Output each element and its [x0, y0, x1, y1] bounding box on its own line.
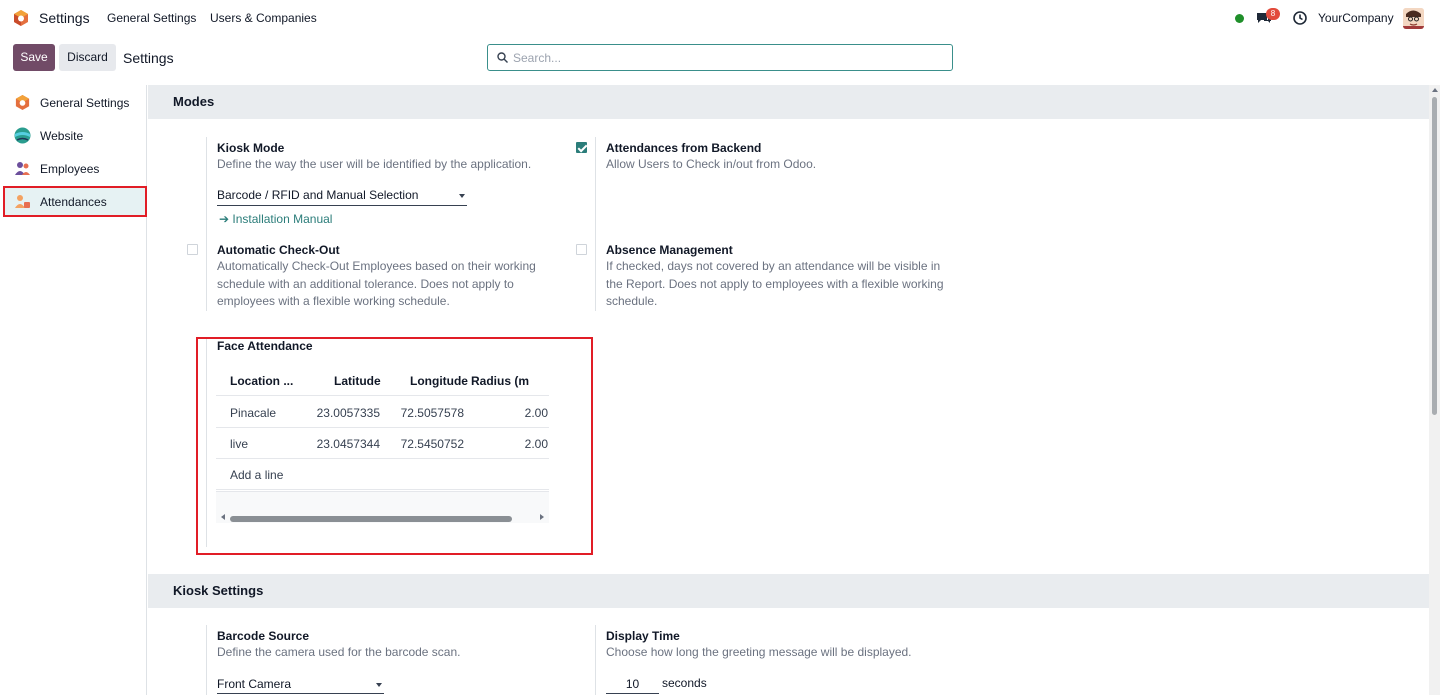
odoo-logo-icon: [15, 94, 30, 111]
auto-checkout-title: Automatic Check-Out: [217, 243, 340, 257]
page-vertical-scrollbar[interactable]: [1429, 85, 1440, 695]
desc-line: employees with a flexible working schedu…: [217, 294, 450, 308]
employees-icon: [15, 162, 30, 175]
sidebar-item-employees[interactable]: Employees: [5, 153, 146, 183]
search-icon: [497, 52, 508, 63]
odoo-settings-logo-icon[interactable]: [12, 9, 30, 27]
section-header-kiosk-settings: Kiosk Settings: [148, 574, 1429, 608]
desc-line: schedule with an additional tolerance. D…: [217, 276, 514, 291]
company-switcher[interactable]: YourCompany: [1318, 11, 1394, 25]
setting-divider: [595, 625, 596, 695]
discard-button[interactable]: Discard: [59, 44, 116, 71]
kiosk-mode-select[interactable]: Barcode / RFID and Manual Selection: [217, 188, 467, 206]
highlight-box-attendances: [3, 186, 147, 217]
barcode-source-title: Barcode Source: [217, 629, 310, 643]
barcode-source-select[interactable]: Front Camera: [217, 677, 384, 694]
kiosk-mode-desc: Define the way the user will be identifi…: [217, 157, 532, 171]
presence-status-icon[interactable]: [1235, 14, 1244, 23]
search-box[interactable]: [487, 44, 953, 71]
setting-divider: [595, 239, 596, 311]
barcode-source-desc: Define the camera used for the barcode s…: [217, 645, 461, 659]
attendances-backend-desc: Allow Users to Check in/out from Odoo.: [606, 157, 817, 171]
desc-line: Automatically Check-Out Employees based …: [217, 259, 536, 273]
desc-line: If checked, days not covered by an atten…: [606, 259, 941, 273]
desc-line: the Report. Does not apply to employees …: [606, 276, 944, 291]
setting-divider: [206, 239, 207, 311]
sidebar-item-label: General Settings: [40, 96, 130, 110]
sidebar-item-general-settings[interactable]: General Settings: [5, 87, 146, 117]
attendances-backend-title: Attendances from Backend: [606, 141, 762, 155]
setting-divider: [206, 625, 207, 695]
installation-manual-label: Installation Manual: [232, 212, 333, 226]
auto-checkout-desc: Automatically Check-Out Employees based …: [217, 258, 557, 311]
installation-manual-link[interactable]: ➔ Installation Manual: [219, 212, 332, 226]
display-time-unit: seconds: [662, 676, 707, 690]
avatar-face-icon: [1403, 8, 1424, 29]
kiosk-mode-value: Barcode / RFID and Manual Selection: [217, 188, 419, 202]
kiosk-mode-title: Kiosk Mode: [217, 141, 285, 155]
sidebar-item-label: Employees: [40, 162, 100, 176]
website-icon: [14, 127, 31, 144]
display-time-desc: Choose how long the greeting message wil…: [606, 645, 912, 659]
section-title: Modes: [173, 94, 215, 109]
user-avatar[interactable]: [1403, 8, 1424, 29]
save-button[interactable]: Save: [13, 44, 55, 71]
section-header-modes: Modes: [148, 85, 1429, 119]
page-title: Settings: [123, 50, 174, 66]
auto-checkout-checkbox[interactable]: [187, 244, 198, 255]
barcode-source-value: Front Camera: [217, 677, 292, 691]
display-time-input[interactable]: 10: [606, 677, 659, 694]
search-input[interactable]: [513, 48, 933, 68]
attendances-backend-checkbox[interactable]: [576, 142, 587, 153]
section-title: Kiosk Settings: [173, 583, 264, 598]
display-time-title: Display Time: [606, 629, 680, 643]
activity-clock-icon[interactable]: [1293, 11, 1307, 25]
desc-line: schedule.: [606, 294, 658, 308]
top-navbar: Settings General Settings Users & Compan…: [0, 0, 1440, 37]
scrollbar-thumb[interactable]: [1432, 97, 1437, 415]
app-title[interactable]: Settings: [39, 10, 90, 26]
sidebar-item-website[interactable]: Website: [5, 120, 146, 150]
highlight-box-face-attendance: [196, 337, 593, 555]
absence-management-title: Absence Management: [606, 243, 733, 257]
chat-count-badge: 8: [1266, 8, 1280, 20]
absence-management-checkbox[interactable]: [576, 244, 587, 255]
arrow-right-icon: ➔: [219, 212, 230, 226]
settings-sidebar: General Settings Website Employees Atten…: [0, 85, 147, 695]
chevron-down-icon: [459, 194, 465, 198]
absence-management-desc: If checked, days not covered by an atten…: [606, 258, 956, 311]
menu-users-companies[interactable]: Users & Companies: [210, 11, 317, 25]
scroll-up-icon[interactable]: [1432, 88, 1438, 92]
chevron-down-icon: [376, 683, 382, 687]
sidebar-item-label: Website: [40, 129, 84, 143]
settings-content: Modes Kiosk Mode Define the way the user…: [148, 85, 1429, 695]
menu-general-settings[interactable]: General Settings: [107, 11, 196, 25]
